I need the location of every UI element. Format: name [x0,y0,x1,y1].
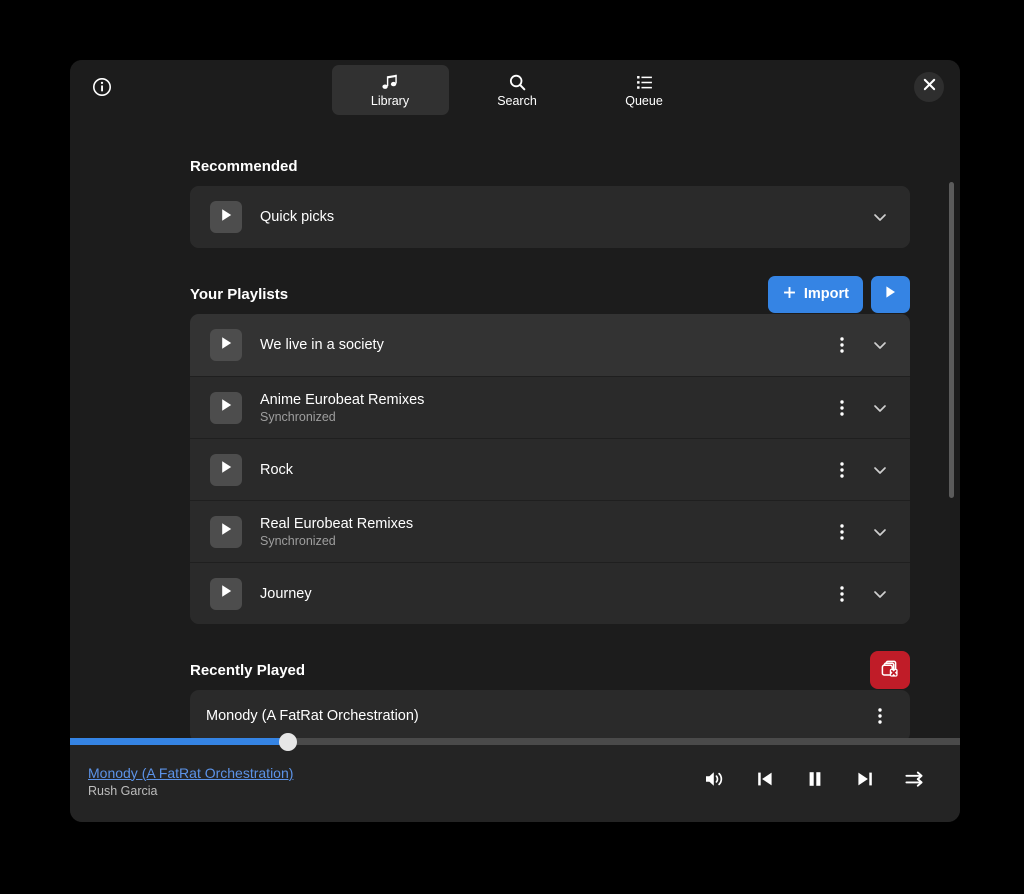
next-button[interactable] [852,769,878,795]
list-item-playlist[interactable]: Rock [190,438,910,500]
list-item-title: We live in a society [260,337,384,353]
list-item-subtitle: Synchronized [260,409,336,424]
player-controls [702,769,942,795]
more-vertical-icon[interactable] [830,394,854,422]
library-scroll-area[interactable]: Recommended Quick picks Your Playlists I… [70,120,960,740]
recommended-section-header: Recommended [190,146,910,186]
play-icon [220,336,233,355]
list-item-subtitle: Synchronized [260,533,336,548]
play-button[interactable] [210,201,242,233]
now-playing-title-link[interactable]: Monody (A FatRat Orchestration) [88,765,293,783]
play-button[interactable] [210,577,242,610]
volume-icon [704,769,726,794]
tab-library-label: Library [370,93,410,108]
now-playing-meta: Monody (A FatRat Orchestration) Rush Gar… [88,765,293,799]
shuffle-button[interactable] [902,769,928,795]
plus-icon [782,285,797,304]
more-vertical-icon[interactable] [830,456,854,484]
tab-queue[interactable]: Queue [586,65,703,115]
search-icon [508,73,527,92]
play-icon [220,398,233,417]
next-icon [855,769,875,794]
tab-search[interactable]: Search [459,65,576,115]
previous-button[interactable] [752,769,778,795]
recently-played-title: Recently Played [190,661,306,679]
tab-search-label: Search [497,93,537,108]
play-icon [220,460,233,479]
list-item-playlist[interactable]: Journey [190,562,910,624]
list-item-playlist[interactable]: We live in a society [190,314,910,376]
music-note-icon [381,73,400,92]
import-button-label: Import [803,286,849,302]
chevron-down-icon[interactable] [868,394,892,422]
chevron-down-icon[interactable] [868,456,892,484]
chevron-down-icon[interactable] [868,331,892,359]
more-vertical-icon[interactable] [830,580,854,608]
list-item-title: Monody (A FatRat Orchestration) [206,708,419,724]
recommended-card: Quick picks [190,186,910,248]
list-item-playlist[interactable]: Real Eurobeat Remixes Synchronized [190,500,910,562]
scrollbar-track[interactable] [947,128,955,732]
list-item-title: Anime Eurobeat Remixes [260,391,425,408]
playlists-section-header: Your Playlists Import [190,274,910,314]
close-icon [923,78,936,96]
list-item-recent-track[interactable]: Monody (A FatRat Orchestration) [190,690,910,740]
close-button[interactable] [914,72,944,102]
play-all-playlists-button[interactable] [871,275,910,313]
play-icon [884,285,897,303]
chevron-down-icon[interactable] [868,518,892,546]
chevron-down-icon[interactable] [868,580,892,608]
playlists-card: We live in a society Anime Eurobeat Remi… [190,314,910,624]
play-button[interactable] [210,453,242,486]
music-player-window: Library Search Queue Recommended Quick p… [70,60,960,822]
list-item-title: Quick picks [260,209,335,225]
play-icon [220,584,233,603]
list-item-title: Real Eurobeat Remixes [260,515,414,532]
volume-button[interactable] [702,769,728,795]
play-button[interactable] [210,329,242,361]
clear-history-icon [880,659,900,682]
more-vertical-icon[interactable] [830,331,854,359]
scrollbar-thumb[interactable] [949,182,954,498]
chevron-down-icon[interactable] [868,203,892,231]
now-playing-artist: Rush Garcia [88,784,158,799]
more-vertical-icon[interactable] [830,518,854,546]
recently-played-card: Monody (A FatRat Orchestration) [190,690,910,740]
play-icon [220,522,233,541]
pause-button[interactable] [802,769,828,795]
tab-queue-label: Queue [625,93,663,108]
playlists-title: Your Playlists [190,285,289,303]
tab-library[interactable]: Library [331,65,449,115]
info-circle-icon [92,77,112,102]
player-bar: Monody (A FatRat Orchestration) Rush Gar… [70,733,960,822]
queue-list-icon [635,73,654,92]
info-button[interactable] [85,72,119,106]
play-button[interactable] [210,391,242,424]
main-nav-tabs: Library Search Queue [331,65,703,115]
recently-played-section-header: Recently Played [190,650,910,690]
recommended-title: Recommended [190,157,298,175]
list-item-title: Rock [260,461,294,478]
list-item-playlist[interactable]: Anime Eurobeat Remixes Synchronized [190,376,910,438]
list-item-quick-picks[interactable]: Quick picks [190,186,910,248]
pause-icon [805,769,825,794]
previous-icon [755,769,775,794]
import-button[interactable]: Import [767,275,863,313]
more-vertical-icon[interactable] [868,702,892,730]
list-item-title: Journey [260,585,312,602]
play-icon [220,208,233,227]
shuffle-icon [904,769,926,794]
clear-history-button[interactable] [870,651,910,689]
play-button[interactable] [210,515,242,548]
window-header: Library Search Queue [70,60,960,120]
